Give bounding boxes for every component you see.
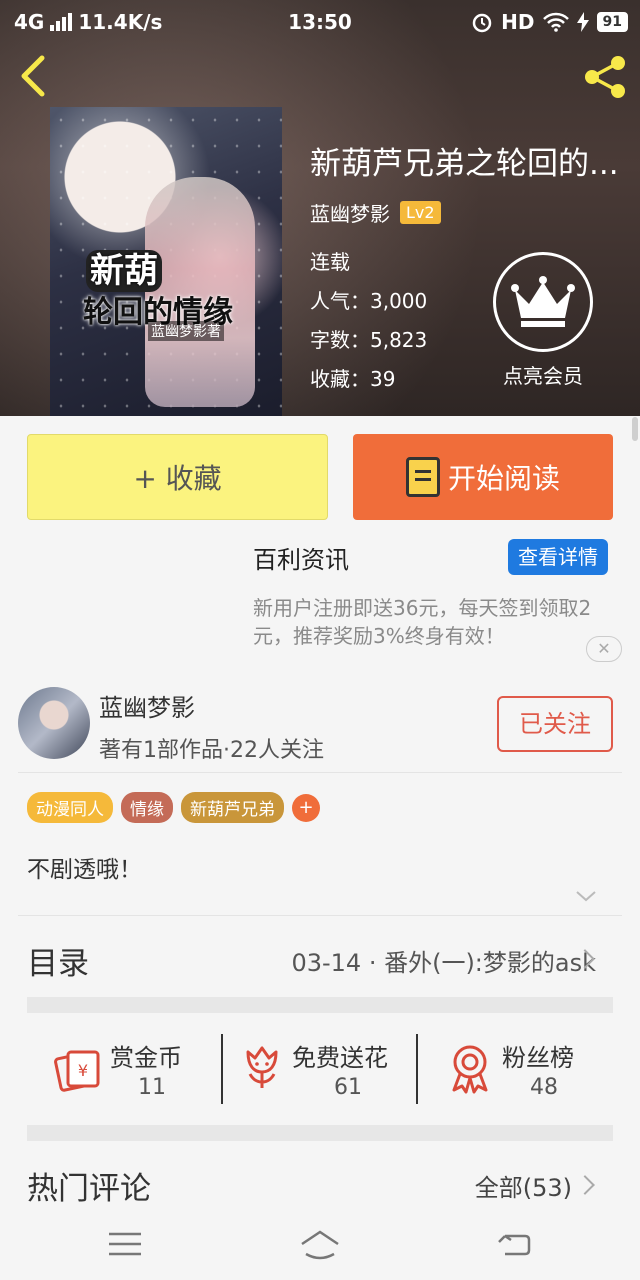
- divider: [18, 772, 622, 773]
- back-icon[interactable]: [14, 54, 54, 98]
- synopsis: 不剧透哦！: [27, 857, 142, 883]
- alarm-icon: [472, 13, 492, 33]
- ad-close-icon[interactable]: ✕: [586, 636, 622, 662]
- reward-coin-label[interactable]: 赏金币: [110, 1038, 182, 1073]
- stat-divider: [416, 1034, 418, 1104]
- section-separator: [27, 997, 613, 1013]
- chevron-down-icon[interactable]: [574, 886, 598, 906]
- ad-details-button[interactable]: 查看详情: [508, 539, 608, 575]
- vip-label: 点亮会员: [503, 364, 583, 388]
- battery-indicator: 91: [596, 12, 628, 32]
- wifi-icon: [542, 12, 569, 32]
- add-tag-button[interactable]: +: [292, 793, 320, 822]
- tag-item[interactable]: 动漫同人: [27, 792, 113, 823]
- home-icon[interactable]: [296, 1224, 344, 1264]
- stat-divider: [221, 1034, 223, 1104]
- vip-button[interactable]: 点亮会员: [493, 252, 593, 389]
- share-icon[interactable]: [582, 54, 628, 100]
- ad-title[interactable]: 百利资讯: [253, 540, 349, 575]
- book-favorites: 收藏：39: [310, 367, 396, 391]
- book-title: 新葫芦兄弟之轮回的...: [310, 146, 619, 182]
- flower-icon[interactable]: [240, 1044, 284, 1092]
- hd-indicator: HD: [501, 10, 535, 34]
- start-reading-button[interactable]: 开始阅读: [353, 434, 613, 520]
- book-cover[interactable]: 新葫 轮回的情缘 蓝幽梦影著: [50, 107, 282, 416]
- chevron-right-icon[interactable]: [575, 1175, 595, 1195]
- crown-icon: [493, 252, 593, 352]
- book-status: 连载: [310, 250, 350, 274]
- book-author[interactable]: 蓝幽梦影: [310, 198, 390, 227]
- level-badge: Lv2: [400, 201, 441, 224]
- menu-icon[interactable]: [101, 1224, 149, 1264]
- follow-button[interactable]: 已关注: [497, 696, 613, 752]
- status-bar: 4G 11.4K/s 13:50 HD 91: [0, 0, 640, 44]
- cover-title-line-1: 新葫: [86, 250, 162, 292]
- start-reading-label: 开始阅读: [447, 462, 560, 495]
- section-separator: [27, 1125, 613, 1141]
- fan-ranking-label[interactable]: 粉丝榜: [502, 1038, 574, 1073]
- book-icon: [405, 457, 440, 497]
- author-stats: 著有1部作品·22人关注: [99, 738, 324, 763]
- book-word-count: 字数：5,823: [310, 328, 428, 352]
- scrollbar[interactable]: [632, 417, 638, 441]
- free-flower-label[interactable]: 免费送花: [292, 1038, 388, 1073]
- charging-icon: [576, 12, 589, 32]
- fan-ranking-count: 48: [530, 1075, 558, 1100]
- author-avatar[interactable]: [18, 687, 90, 759]
- divider: [18, 915, 622, 916]
- latest-chapter[interactable]: 03-14 · 番外(一):梦影的ask: [291, 943, 596, 978]
- author-name[interactable]: 蓝幽梦影: [99, 688, 195, 723]
- hot-comments-label: 热门评论: [27, 1171, 151, 1207]
- free-flower-count: 61: [334, 1075, 362, 1100]
- back-nav-icon[interactable]: [491, 1224, 539, 1264]
- reward-coin-count: 11: [138, 1075, 166, 1100]
- tag-list: 动漫同人 情缘 新葫芦兄弟 +: [27, 792, 320, 823]
- book-header: 4G 11.4K/s 13:50 HD 91 新葫 轮回的情缘 蓝幽梦影著 新葫…: [0, 0, 640, 416]
- collect-button[interactable]: + 收藏: [27, 434, 328, 520]
- system-nav-bar: [0, 1206, 640, 1280]
- cover-author: 蓝幽梦影著: [148, 321, 224, 341]
- toc-label[interactable]: 目录: [27, 938, 89, 983]
- ad-description[interactable]: 新用户注册即送36元，每天签到领取2元，推荐奖励3%终身有效！: [253, 594, 613, 650]
- all-comments-link[interactable]: 全部(53): [475, 1168, 572, 1203]
- tag-item[interactable]: 情缘: [121, 792, 173, 823]
- book-author-line: 蓝幽梦影 Lv2: [310, 198, 441, 227]
- red-envelope-icon[interactable]: ¥: [54, 1046, 102, 1092]
- tag-item[interactable]: 新葫芦兄弟: [181, 792, 284, 823]
- ribbon-badge-icon[interactable]: [448, 1044, 492, 1094]
- svg-text:¥: ¥: [78, 1061, 88, 1080]
- book-popularity: 人气：3,000: [310, 289, 428, 313]
